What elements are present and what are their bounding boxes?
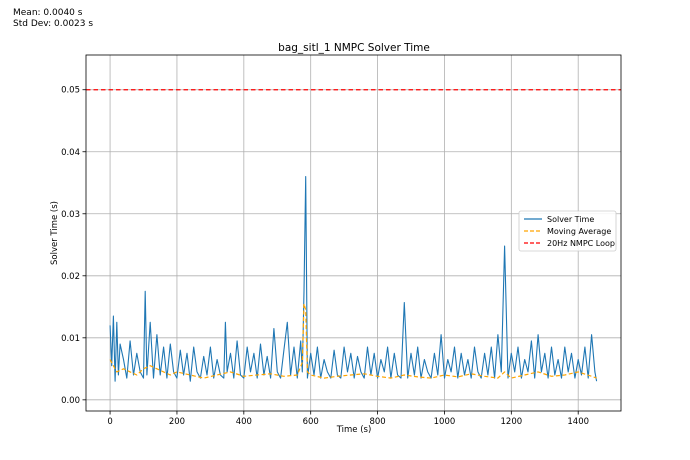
- axis-ticks: 0 200 400 600 800 1000 1200 1400 0.00 0.01 0.02 0.0…: [61, 86, 589, 427]
- chart-title: bag_sitl_1 NMPC Solver Time: [278, 42, 430, 54]
- x-tick-label: 1400: [567, 417, 589, 427]
- legend-label: 20Hz NMPC Loop: [547, 239, 615, 248]
- solver-time-series-line: [109, 176, 598, 382]
- x-tick-label: 200: [169, 417, 185, 427]
- x-tick-label: 600: [303, 417, 319, 427]
- y-tick-label: 0.03: [61, 210, 80, 220]
- y-tick-label: 0.00: [61, 396, 80, 406]
- y-tick-label: 0.05: [61, 86, 80, 96]
- solver-time-chart: bag_sitl_1 NMPC Solver Time 0 200 400 600 80…: [50, 42, 622, 435]
- x-tick-label: 1000: [434, 417, 456, 427]
- x-tick-label: 400: [236, 417, 252, 427]
- legend: Solver Time Moving Average 20Hz NMPC Loop: [518, 210, 617, 252]
- x-tick-label: 0: [107, 417, 112, 427]
- y-axis-label: Solver Time (s): [50, 201, 60, 265]
- y-tick-label: 0.02: [61, 272, 80, 282]
- legend-label: Moving Average: [547, 227, 611, 236]
- y-tick-label: 0.04: [61, 148, 80, 158]
- x-tick-label: 800: [369, 417, 385, 427]
- legend-label: Solver Time: [547, 215, 594, 224]
- x-tick-label: 1200: [501, 417, 523, 427]
- x-axis-label: Time (s): [336, 425, 372, 435]
- y-tick-label: 0.01: [61, 334, 80, 344]
